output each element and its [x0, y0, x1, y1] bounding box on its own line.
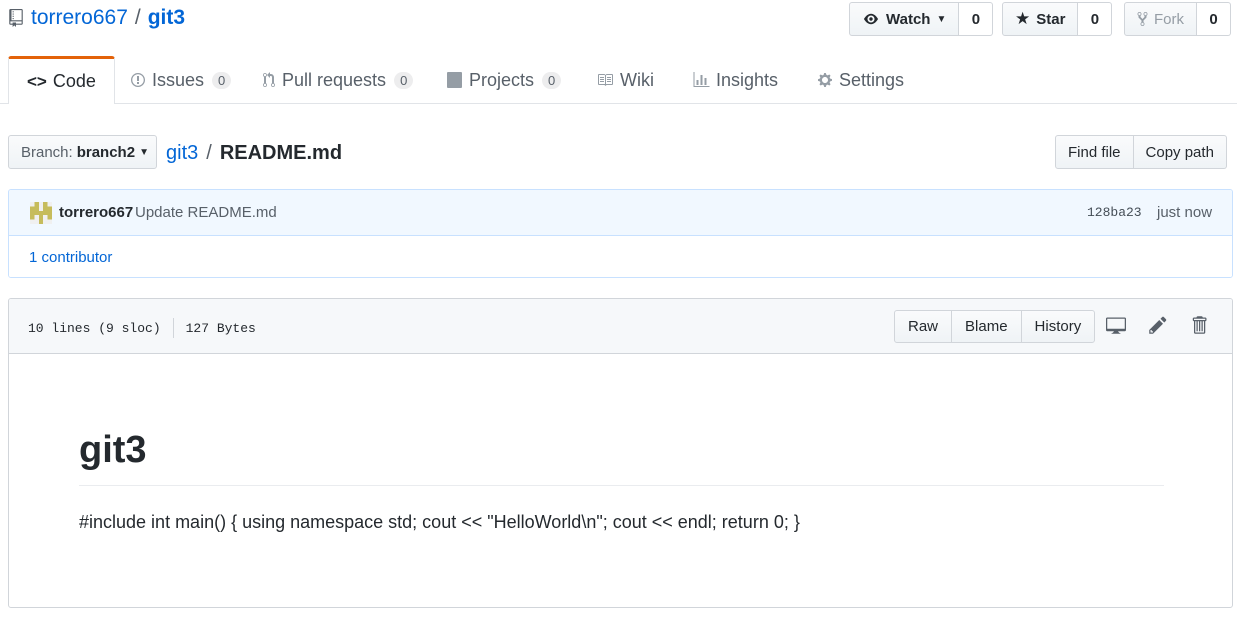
blame-button[interactable]: Blame [951, 310, 1022, 343]
trashcan-icon[interactable] [1190, 315, 1212, 337]
star-label: Star [1036, 10, 1066, 28]
file-nav-actions: Find file Copy path [1055, 135, 1227, 169]
star-group: ★ Star 0 [1002, 2, 1113, 36]
commit-author-link[interactable]: torrero667 [59, 204, 133, 221]
tab-projects[interactable]: Projects 0 [446, 56, 562, 104]
raw-button[interactable]: Raw [894, 310, 953, 343]
gear-icon [818, 73, 832, 87]
eye-icon [864, 13, 878, 25]
repo-header: torrero667 / git3 [8, 4, 185, 32]
star-icon: ★ [1015, 9, 1031, 28]
commit-time: just now [1157, 204, 1213, 221]
tab-pull-requests-label: Pull requests [282, 69, 387, 90]
tab-wiki-label: Wiki [620, 69, 654, 90]
branch-name: branch2 [76, 143, 136, 161]
desktop-icon[interactable] [1105, 315, 1127, 337]
fork-icon [1137, 11, 1148, 27]
pencil-icon[interactable] [1148, 315, 1170, 337]
repo-separator: / [134, 6, 141, 29]
branch-select-button[interactable]: Branch: branch2 ▼ [8, 135, 157, 169]
branch-prefix: Branch: [21, 143, 73, 161]
breadcrumb-separator: / [206, 141, 212, 164]
tab-wiki[interactable]: Wiki [596, 56, 654, 104]
history-button[interactable]: History [1020, 310, 1096, 343]
tab-code[interactable]: <> Code [8, 56, 115, 104]
fork-label: Fork [1154, 10, 1184, 28]
watch-group: Watch ▼ 0 [849, 2, 994, 36]
watch-button[interactable]: Watch ▼ [849, 2, 960, 36]
code-icon: <> [27, 71, 47, 91]
breadcrumb-root-link[interactable]: git3 [166, 142, 198, 165]
pull-requests-counter: 0 [394, 71, 414, 89]
repo-tabs: <> Code Issues 0 Pull requests 0 Project… [0, 56, 1237, 104]
tab-projects-label: Projects [469, 69, 535, 90]
file-viewer: 10 lines (9 sloc) 127 Bytes Raw Blame Hi… [8, 298, 1233, 608]
caret-down-icon: ▼ [936, 13, 947, 25]
project-icon [447, 72, 462, 88]
tab-issues-label: Issues [152, 69, 205, 90]
fork-group: Fork 0 [1124, 2, 1231, 36]
commit-tease: torrero667 Update README.md 128ba23 just… [8, 189, 1233, 278]
fork-button[interactable]: Fork [1124, 2, 1197, 36]
find-file-button[interactable]: Find file [1055, 135, 1134, 169]
fork-count[interactable]: 0 [1197, 2, 1231, 36]
star-count[interactable]: 0 [1078, 2, 1113, 36]
book-icon [598, 74, 613, 86]
commit-summary: torrero667 Update README.md 128ba23 just… [9, 190, 1232, 236]
issue-opened-icon [131, 73, 145, 87]
contributors-row: 1 contributor [9, 236, 1232, 277]
watch-count[interactable]: 0 [959, 2, 994, 36]
file-info: 10 lines (9 sloc) 127 Bytes [28, 318, 256, 338]
file-header: 10 lines (9 sloc) 127 Bytes Raw Blame Hi… [9, 299, 1232, 354]
tab-issues[interactable]: Issues 0 [130, 56, 232, 104]
watch-label: Watch [886, 10, 931, 28]
file-actions: Raw Blame History [894, 310, 1096, 343]
file-line-count: 10 lines (9 sloc) [28, 320, 161, 336]
readme-heading: git3 [79, 429, 147, 471]
pull-request-icon [263, 72, 275, 88]
copy-path-button[interactable]: Copy path [1133, 135, 1227, 169]
contributors-link[interactable]: 1 contributor [29, 249, 112, 266]
commit-message[interactable]: Update README.md [135, 204, 277, 221]
tab-settings[interactable]: Settings [817, 56, 904, 104]
breadcrumb-file-name: README.md [219, 141, 343, 164]
avatar[interactable] [30, 202, 52, 224]
graph-icon [693, 72, 710, 87]
projects-counter: 0 [542, 71, 562, 89]
tab-settings-label: Settings [839, 69, 905, 90]
breadcrumb: git3 / README.md [166, 138, 342, 168]
file-info-divider [172, 318, 174, 338]
tab-insights-label: Insights [716, 69, 779, 90]
readme-body: #include int main() { using namespace st… [79, 512, 800, 532]
issues-counter: 0 [212, 71, 232, 89]
repo-owner-link[interactable]: torrero667 [31, 6, 128, 30]
file-size: 127 Bytes [185, 320, 256, 336]
tab-insights[interactable]: Insights [693, 56, 778, 104]
tab-code-label: Code [52, 71, 96, 91]
repo-icon [9, 9, 23, 27]
star-button[interactable]: ★ Star [1002, 2, 1079, 36]
repo-name-link[interactable]: git3 [148, 6, 185, 30]
commit-sha-link[interactable]: 128ba23 [1087, 205, 1142, 220]
readme-heading-rule [79, 485, 1164, 486]
caret-down-icon: ▼ [139, 146, 149, 158]
tab-pull-requests[interactable]: Pull requests 0 [262, 56, 414, 104]
